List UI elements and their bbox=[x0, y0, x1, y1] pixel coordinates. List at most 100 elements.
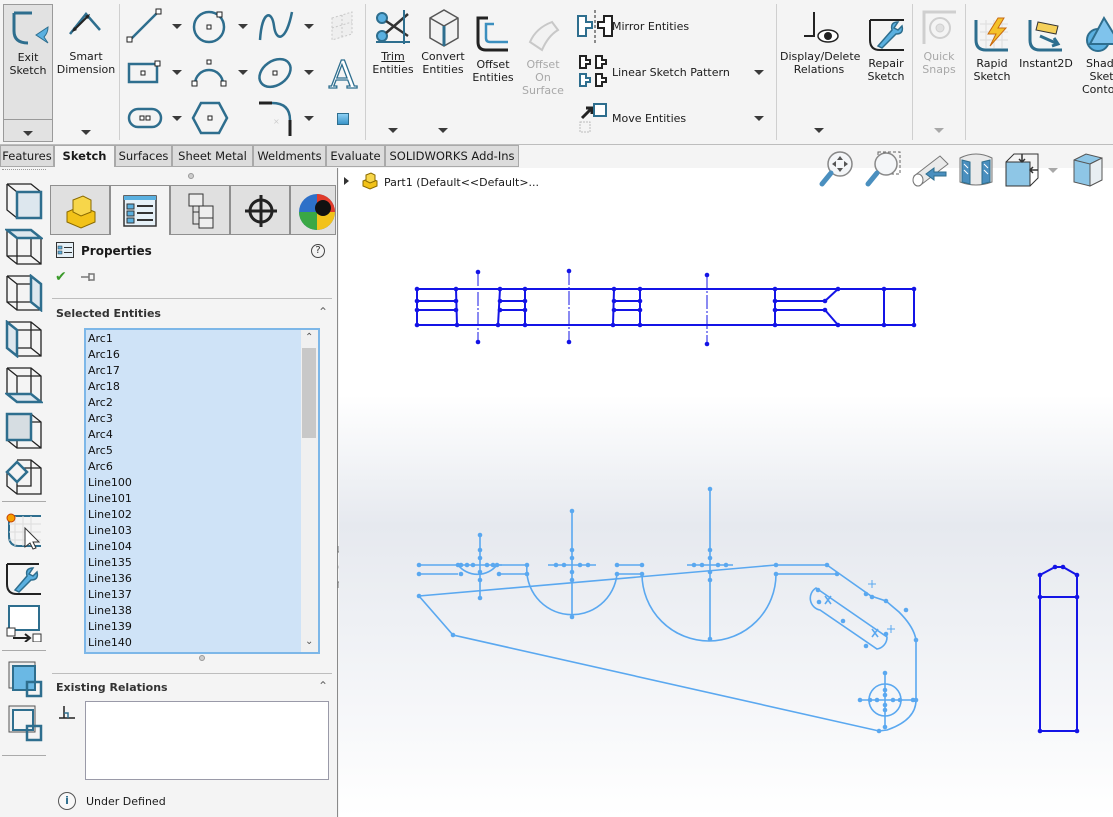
display-style-wireframe-icon[interactable] bbox=[5, 704, 43, 742]
scroll-up-icon[interactable]: ⌃ bbox=[305, 332, 313, 343]
sketch-point[interactable] bbox=[707, 547, 713, 553]
selected-entity-item[interactable]: Line104 bbox=[88, 540, 132, 553]
sketch-point[interactable] bbox=[637, 286, 643, 292]
sketch-point[interactable] bbox=[639, 571, 645, 577]
sketch-point[interactable] bbox=[569, 555, 575, 561]
arc-tool-icon[interactable] bbox=[190, 58, 230, 88]
sketch-point[interactable] bbox=[522, 322, 528, 328]
sketch-point[interactable] bbox=[566, 339, 572, 345]
sketch-point[interactable] bbox=[903, 607, 909, 613]
sketch-point[interactable] bbox=[816, 599, 822, 605]
line-dropdown-icon[interactable] bbox=[172, 24, 182, 29]
sketch-point[interactable] bbox=[874, 697, 880, 703]
sketch-point[interactable] bbox=[414, 307, 420, 313]
sketch-point[interactable] bbox=[707, 486, 713, 492]
dimxpert-manager-tab[interactable] bbox=[230, 185, 290, 235]
sketch-point[interactable] bbox=[524, 571, 530, 577]
point-tool-icon[interactable] bbox=[337, 113, 349, 125]
list-resize-handle[interactable] bbox=[199, 655, 205, 661]
sketch-point[interactable] bbox=[497, 286, 503, 292]
convert-dropdown-icon[interactable] bbox=[438, 128, 448, 133]
sketch-point[interactable] bbox=[704, 341, 710, 347]
tab-sheet-metal[interactable]: Sheet Metal bbox=[172, 145, 253, 167]
sketch-point[interactable] bbox=[561, 562, 567, 568]
sketch-point[interactable] bbox=[414, 298, 420, 304]
sketch-point[interactable] bbox=[881, 322, 887, 328]
sketch-point[interactable] bbox=[707, 577, 713, 583]
display-delete-relations-button[interactable]: Display/Delete Relations bbox=[780, 6, 860, 140]
sketch-point[interactable] bbox=[637, 322, 643, 328]
sketch-point[interactable] bbox=[553, 562, 559, 568]
selected-entity-item[interactable]: Arc5 bbox=[88, 444, 113, 457]
trim-dropdown-icon[interactable] bbox=[388, 128, 398, 133]
exit-sketch-dropdown-icon[interactable] bbox=[23, 131, 33, 136]
sketch-point[interactable] bbox=[882, 702, 888, 708]
sketch-point[interactable] bbox=[707, 555, 713, 561]
linear-pattern-dropdown-icon[interactable] bbox=[754, 70, 764, 75]
spline-tool-icon[interactable] bbox=[256, 8, 296, 44]
sketch-point[interactable] bbox=[835, 286, 841, 292]
sketch-point[interactable] bbox=[484, 562, 490, 568]
sketch-point[interactable] bbox=[822, 298, 828, 304]
existing-relations-collapse-icon[interactable]: ⌃ bbox=[318, 679, 328, 693]
slot-dropdown-icon[interactable] bbox=[172, 116, 182, 121]
sketch-point[interactable] bbox=[414, 286, 420, 292]
selected-entity-item[interactable]: Line137 bbox=[88, 588, 132, 601]
sketch-point[interactable] bbox=[497, 307, 503, 313]
polygon-tool-icon[interactable] bbox=[190, 100, 230, 136]
sketch-point[interactable] bbox=[1037, 728, 1043, 734]
sketch-point[interactable] bbox=[470, 562, 476, 568]
sketch-point[interactable] bbox=[569, 508, 575, 514]
repair-sketch-strip-icon[interactable] bbox=[5, 560, 43, 598]
selected-entities-scrollbar[interactable]: ⌃ ⌄ bbox=[301, 330, 318, 652]
sketch-point[interactable] bbox=[453, 307, 459, 313]
quick-snaps-button[interactable]: Quick Snaps bbox=[916, 6, 962, 140]
fillet-tool-icon[interactable]: × bbox=[256, 100, 296, 138]
sketch-point[interactable] bbox=[524, 562, 530, 568]
selected-entity-item[interactable]: Arc16 bbox=[88, 348, 120, 361]
sketch-point[interactable] bbox=[569, 614, 575, 620]
sketch-point[interactable] bbox=[522, 298, 528, 304]
selected-entities-list[interactable]: Arc1 Arc16 Arc17 Arc18 Arc2 Arc3 Arc4 Arc5 Arc6 L… bbox=[84, 328, 320, 654]
sketch-point[interactable] bbox=[876, 728, 882, 734]
sketch-point[interactable] bbox=[840, 618, 846, 624]
sketch-point[interactable] bbox=[707, 636, 713, 642]
mirror-entities-button[interactable]: Mirror Entities bbox=[574, 8, 774, 44]
left-view-icon[interactable] bbox=[5, 320, 43, 358]
selected-entity-item[interactable]: Line100 bbox=[88, 476, 132, 489]
sketch-point[interactable] bbox=[450, 632, 456, 638]
sketch-point[interactable] bbox=[497, 298, 503, 304]
sketch-point[interactable] bbox=[772, 298, 778, 304]
sketch-point[interactable] bbox=[585, 562, 591, 568]
sketch-point[interactable] bbox=[867, 697, 873, 703]
convert-entities-button[interactable]: Convert Entities bbox=[418, 6, 468, 140]
sketch-point[interactable] bbox=[1052, 564, 1058, 570]
sketch-point[interactable] bbox=[610, 322, 616, 328]
rectangle-tool-icon[interactable] bbox=[126, 56, 162, 86]
rectangle-dropdown-icon[interactable] bbox=[172, 70, 182, 75]
sketch-point[interactable] bbox=[863, 591, 869, 597]
pin-icon[interactable] bbox=[81, 272, 95, 282]
sketch-point[interactable] bbox=[611, 298, 617, 304]
sketch-point[interactable] bbox=[883, 598, 889, 604]
sketch-point[interactable] bbox=[882, 724, 888, 730]
sketch-point[interactable] bbox=[883, 631, 889, 637]
sketch-point[interactable] bbox=[882, 687, 888, 693]
front-view-icon[interactable] bbox=[5, 182, 43, 220]
circle-dropdown-icon[interactable] bbox=[238, 24, 248, 29]
sketch-point[interactable] bbox=[699, 562, 705, 568]
ok-checkmark-icon[interactable]: ✔ bbox=[55, 269, 67, 285]
sketch-point[interactable] bbox=[707, 569, 713, 575]
sketch-point[interactable] bbox=[1037, 572, 1043, 578]
sketch-point[interactable] bbox=[890, 697, 896, 703]
selected-entity-item[interactable]: Arc1 bbox=[88, 332, 113, 345]
sketch-point[interactable] bbox=[577, 562, 583, 568]
selected-entity-item[interactable]: Arc4 bbox=[88, 428, 113, 441]
sketch-point[interactable] bbox=[414, 322, 420, 328]
sketch-point[interactable] bbox=[475, 269, 481, 275]
sketch-point[interactable] bbox=[614, 571, 620, 577]
move-entities-dropdown-icon[interactable] bbox=[754, 116, 764, 121]
sketch-point[interactable] bbox=[454, 322, 460, 328]
sketch-point[interactable] bbox=[416, 562, 422, 568]
sketch-point[interactable] bbox=[911, 322, 917, 328]
